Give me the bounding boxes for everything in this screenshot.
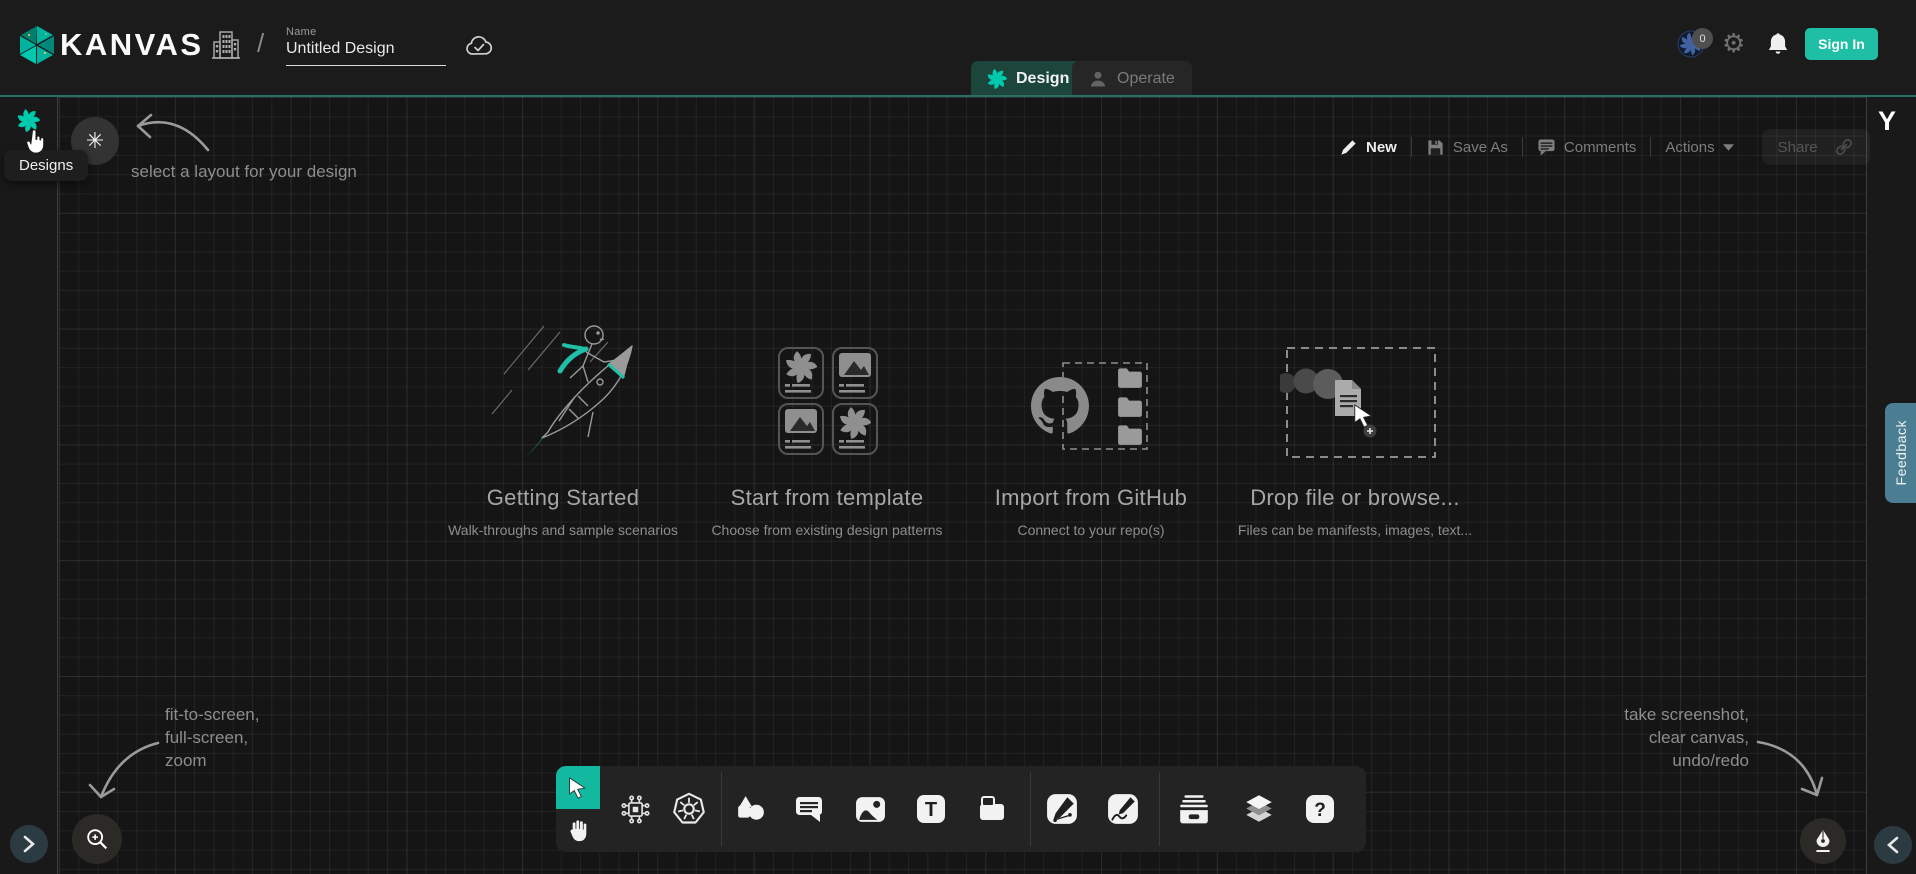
palette-divider: [1159, 772, 1160, 846]
tool-palette: T: [556, 766, 1366, 852]
tab-operate[interactable]: Operate: [1072, 61, 1192, 97]
shapes-tool-button[interactable]: [725, 766, 777, 852]
tab-design[interactable]: Design: [971, 61, 1085, 97]
drop-file-illustration[interactable]: [1280, 340, 1445, 465]
link-icon: [1834, 137, 1854, 157]
app-header: KANVAS / Name: [0, 0, 1916, 95]
image-icon: [855, 795, 886, 824]
actions-dropdown[interactable]: Actions: [1651, 139, 1747, 156]
zoom-in-magnifier-icon: [84, 826, 110, 852]
drawer-tool-button[interactable]: [1168, 766, 1220, 852]
palette-divider: [721, 772, 722, 846]
shapes-icon: [736, 795, 766, 823]
cloud-save-status-icon: [464, 33, 494, 59]
notifications-bell-icon[interactable]: [1764, 30, 1792, 58]
collapse-right-panel-button[interactable]: [1874, 826, 1912, 864]
drawer-icon: [1177, 793, 1211, 825]
share-button[interactable]: Share: [1762, 129, 1870, 165]
pen-tool-icon: [1046, 793, 1078, 825]
floppy-save-icon: [1426, 138, 1445, 157]
canvas-actions-hint-arrow: [1750, 732, 1828, 808]
breadcrumb-separator: /: [257, 28, 264, 59]
card-drop-file-title[interactable]: Drop file or browse...: [1185, 485, 1525, 511]
layout-hint-text: select a layout for your design: [131, 160, 357, 183]
chevron-left-icon: [1887, 836, 1899, 854]
card-drop-file-subtitle: Files can be manifests, images, text...: [1185, 522, 1525, 538]
flower-icon: ✳: [86, 128, 104, 154]
note-tool-button[interactable]: [966, 766, 1018, 852]
sign-in-button[interactable]: Sign In: [1805, 28, 1878, 60]
canvas-action-toolbar: New Save As Comments Actions: [1325, 131, 1870, 163]
sketch-tool-button[interactable]: [1097, 766, 1149, 852]
kubernetes-tool-button[interactable]: [663, 766, 715, 852]
brand-wordmark: KANVAS: [60, 27, 204, 63]
palette-divider: [1030, 772, 1031, 846]
zoom-button[interactable]: [72, 814, 122, 864]
organization-icon[interactable]: [211, 29, 241, 61]
new-button[interactable]: New: [1325, 138, 1411, 157]
layers-icon: [1242, 793, 1276, 825]
component-chip-icon: [619, 793, 652, 826]
select-tool-button[interactable]: [556, 766, 600, 809]
github-import-illustration[interactable]: [1025, 355, 1150, 455]
notification-badge: 0: [1692, 28, 1713, 49]
expand-left-panel-button[interactable]: [10, 825, 48, 863]
y-extension-icon[interactable]: Y: [1878, 106, 1896, 137]
settings-gear-icon[interactable]: ⚙: [1722, 28, 1745, 59]
design-pinwheel-icon: [987, 69, 1007, 89]
chevron-right-icon: [23, 835, 35, 853]
feedback-tab[interactable]: Feedback: [1885, 403, 1916, 503]
design-name-input[interactable]: [286, 38, 446, 66]
operate-person-icon: [1088, 69, 1108, 89]
comment-tool-button[interactable]: [783, 766, 835, 852]
tab-operate-label: Operate: [1117, 70, 1175, 88]
pan-hand-icon: [566, 818, 591, 843]
pencil-icon: [1339, 138, 1358, 157]
canvas-actions-hint-text: take screenshot, clear canvas, undo/redo: [1449, 703, 1749, 772]
kanvas-logo-icon[interactable]: [16, 23, 58, 65]
feedback-tab-label: Feedback: [1893, 420, 1909, 485]
pen-actions-button[interactable]: [1800, 818, 1846, 864]
svg-text:?: ?: [1314, 800, 1326, 821]
pan-tool-button[interactable]: [556, 809, 600, 852]
help-icon: ?: [1305, 794, 1335, 824]
pointer-hand-cursor-icon: [23, 127, 49, 157]
text-icon: T: [916, 794, 946, 824]
kubernetes-helm-icon: [671, 791, 707, 827]
left-rail: [0, 97, 58, 874]
pen-nib-icon: [1811, 828, 1835, 854]
comment-bubble-icon: [794, 794, 824, 824]
kanvas-app: KANVAS / Name: [0, 0, 1916, 874]
note-icon: [976, 794, 1008, 824]
svg-text:T: T: [925, 799, 937, 821]
pen-tool-button[interactable]: [1036, 766, 1088, 852]
zoom-hint-arrow: [88, 735, 168, 810]
template-illustration[interactable]: [778, 347, 878, 455]
design-name-label: Name: [286, 26, 446, 38]
save-as-button[interactable]: Save As: [1412, 138, 1522, 157]
zoom-hint-text: fit-to-screen, full-screen, zoom: [165, 703, 259, 772]
help-tool-button[interactable]: ?: [1294, 766, 1346, 852]
component-tool-button[interactable]: [609, 766, 661, 852]
comments-button[interactable]: Comments: [1523, 138, 1651, 157]
image-tool-button[interactable]: [844, 766, 896, 852]
sketch-pencil-icon: [1107, 793, 1139, 825]
design-name-group: Name: [286, 26, 446, 66]
tab-design-label: Design: [1016, 70, 1069, 88]
getting-started-illustration[interactable]: [482, 318, 652, 476]
layout-hint-arrow: [125, 100, 220, 160]
comment-icon: [1537, 138, 1556, 157]
chevron-down-icon: [1723, 144, 1734, 151]
select-cursor-icon: [567, 777, 589, 799]
text-tool-button[interactable]: T: [905, 766, 957, 852]
layers-tool-button[interactable]: [1233, 766, 1285, 852]
